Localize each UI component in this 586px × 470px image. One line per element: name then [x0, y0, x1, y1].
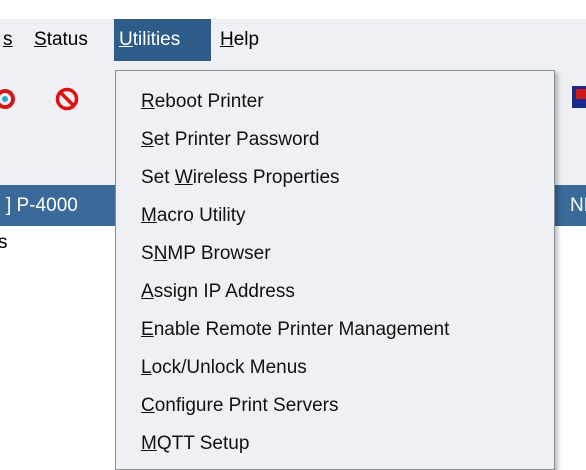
menu-item-reboot-printer[interactable]: Reboot Printer: [141, 83, 264, 120]
refresh-icon[interactable]: [0, 88, 16, 110]
menu-utilities[interactable]: Utilities: [114, 19, 211, 61]
menu-status[interactable]: Status: [29, 19, 93, 61]
stop-icon[interactable]: [55, 87, 79, 111]
menu-item-macro-utility[interactable]: Macro Utility: [141, 197, 246, 234]
menu-item-assign-ip-address[interactable]: Assign IP Address: [141, 273, 295, 310]
menu-item-set-printer-password[interactable]: Set Printer Password: [141, 121, 319, 158]
menu-item-set-wireless-properties[interactable]: Set Wireless Properties: [141, 159, 340, 196]
menu-tools-partial[interactable]: s: [0, 19, 18, 61]
menu-item-enable-remote-printer-management[interactable]: Enable Remote Printer Management: [141, 311, 449, 348]
menu-bar: s Status Utilities Help: [0, 19, 586, 61]
device-icon[interactable]: [566, 83, 586, 111]
menu-item-lock-unlock-menus[interactable]: Lock/Unlock Menus: [141, 349, 307, 386]
menu-item-configure-print-servers[interactable]: Configure Print Servers: [141, 387, 338, 424]
menu-item-mqtt-setup[interactable]: MQTT Setup: [141, 425, 249, 462]
device-title-left: ] P-4000: [6, 195, 78, 216]
utilities-dropdown-menu: Reboot Printer Set Printer Password Set …: [115, 70, 555, 470]
menu-item-snmp-browser[interactable]: SNMP Browser: [141, 235, 271, 272]
device-title-right: NL: [570, 195, 586, 216]
menu-help[interactable]: Help: [215, 19, 264, 61]
device-row-text: s: [0, 232, 8, 253]
